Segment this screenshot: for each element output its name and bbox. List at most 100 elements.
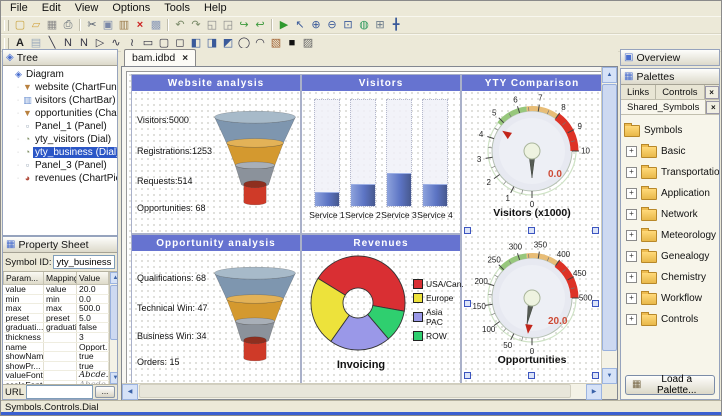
expand-icon[interactable]: + <box>626 230 637 241</box>
property-table-scrollbar[interactable]: ▲ ▼ <box>109 272 117 384</box>
property-row[interactable]: valueFontAbcde... <box>4 371 109 381</box>
group-icon[interactable]: ↪ <box>236 18 252 33</box>
funnel-chart-website[interactable]: Visitors:5000Registrations:1253Requests:… <box>132 91 300 233</box>
expand-icon[interactable]: + <box>626 188 637 199</box>
dial-gauge[interactable]: 0123456789100.0 <box>466 91 598 207</box>
palette-folder-workflow[interactable]: +Workflow <box>624 288 716 309</box>
gauge-opportunities[interactable]: 05010015020025030035040045050020.0 Oppor… <box>462 238 602 366</box>
close-palette-icon[interactable]: × <box>705 86 719 99</box>
property-sheet-header[interactable]: ▦ Property Sheet <box>3 237 117 253</box>
zoom-area-icon[interactable]: ⊡ <box>340 18 356 33</box>
close-palette-icon[interactable]: × <box>706 101 720 114</box>
scroll-thumb[interactable] <box>602 84 617 351</box>
panel-opportunity-analysis[interactable]: Opportunity analysis Qualifications: 68T… <box>131 234 301 387</box>
panel-revenues[interactable]: Revenues USA/Can.EuropeAsia PACROW Invoi… <box>301 234 461 387</box>
property-column-header[interactable]: Mapping <box>44 272 77 285</box>
property-value-cell[interactable]: false <box>77 323 109 333</box>
paste-icon[interactable]: ▥ <box>116 18 132 33</box>
scroll-thumb[interactable] <box>139 384 571 398</box>
expand-icon[interactable]: + <box>626 209 637 220</box>
property-value-cell[interactable]: 500.0 <box>77 304 109 314</box>
pie-chart[interactable] <box>304 253 416 357</box>
diagram-canvas[interactable]: Website analysis Visitors:5000Registrati… <box>121 66 618 400</box>
property-row[interactable]: thickness3 <box>4 332 109 342</box>
menu-options[interactable]: Options <box>105 1 157 16</box>
palette-folder-basic[interactable]: +Basic <box>624 141 716 162</box>
menu-view[interactable]: View <box>68 1 106 16</box>
property-row[interactable]: graduati...graduati...false <box>4 323 109 333</box>
property-row[interactable]: presetpreset5.0 <box>4 313 109 323</box>
property-value-cell[interactable]: 5.0 <box>77 313 109 323</box>
tree-item[interactable]: ·◔yty_business (Dial) <box>3 146 117 159</box>
panel-visitors[interactable]: Visitors Service 1Service 2Service 3Serv… <box>301 74 461 234</box>
bar-service-4[interactable]: Service 4 <box>418 99 452 229</box>
palette-folder-genealogy[interactable]: +Genealogy <box>624 246 716 267</box>
scroll-right-icon[interactable]: ▶ <box>586 384 602 400</box>
zoom-in-icon[interactable]: ⊕ <box>308 18 324 33</box>
expand-icon[interactable]: + <box>626 314 637 325</box>
scroll-left-icon[interactable]: ◀ <box>122 384 138 400</box>
scroll-down-icon[interactable]: ▼ <box>602 368 617 384</box>
property-value-cell[interactable]: 20.0 <box>77 285 109 295</box>
palette-folder-chemistry[interactable]: +Chemistry <box>624 267 716 288</box>
ungroup-icon[interactable]: ↩ <box>252 18 268 33</box>
palette-folder-meteorology[interactable]: +Meteorology <box>624 225 716 246</box>
palette-folder-network[interactable]: +Network <box>624 204 716 225</box>
expand-icon[interactable]: + <box>626 167 637 178</box>
palette-tab-controls[interactable]: Controls <box>656 85 704 99</box>
expand-icon[interactable]: ◲ <box>220 18 236 33</box>
palettes-panel-header[interactable]: ▦ Palettes <box>621 69 719 85</box>
redo-icon[interactable]: ↷ <box>188 18 204 33</box>
property-column-header[interactable]: Value <box>77 272 109 285</box>
expand-icon[interactable]: + <box>626 272 637 283</box>
scroll-track[interactable] <box>138 384 586 399</box>
property-row[interactable]: showNametrue <box>4 352 109 362</box>
load-palette-button[interactable]: ▦ Load a Palette... <box>625 375 715 395</box>
pan-icon[interactable]: ╋ <box>388 18 404 33</box>
bar-chart-visitors[interactable]: Service 1Service 2Service 3Service 4 <box>302 91 460 233</box>
symbol-id-input[interactable] <box>53 255 115 269</box>
property-value-cell[interactable]: true <box>77 352 109 362</box>
menu-edit[interactable]: Edit <box>35 1 68 16</box>
scroll-up-icon[interactable]: ▲ <box>110 272 117 284</box>
tree-item[interactable]: ◈Diagram <box>3 68 117 81</box>
overview-tool-icon[interactable]: ⊞ <box>372 18 388 33</box>
palette-folder-root[interactable]: Symbols <box>624 120 716 141</box>
palette-folder-controls[interactable]: +Controls <box>624 309 716 330</box>
tree-item[interactable]: ·▼website (ChartFunnel) <box>3 81 117 94</box>
url-input[interactable] <box>26 385 93 399</box>
print-icon[interactable]: ⎙ <box>60 18 76 33</box>
tree-item[interactable]: ·▫Panel_1 (Panel) <box>3 120 117 133</box>
palette-tab-shared_symbols[interactable]: Shared_Symbols <box>621 100 706 114</box>
symbol-library-icon[interactable]: ▦ <box>44 18 60 33</box>
bar-service-2[interactable]: Service 2 <box>346 99 380 229</box>
menu-tools[interactable]: Tools <box>157 1 197 16</box>
menu-help[interactable]: Help <box>197 1 234 16</box>
scroll-down-icon[interactable]: ▼ <box>110 372 117 384</box>
open-icon[interactable]: ▱ <box>28 18 44 33</box>
property-row[interactable]: showPr...true <box>4 361 109 371</box>
tree-item[interactable]: ·▥visitors (ChartBar) <box>3 94 117 107</box>
canvas-vertical-scrollbar[interactable]: ▲ ▼ <box>601 67 617 384</box>
gauge-visitors[interactable]: 0123456789100.0 Visitors (x1000) <box>462 91 602 219</box>
dashboard-page[interactable]: Website analysis Visitors:5000Registrati… <box>126 71 606 388</box>
scroll-thumb[interactable] <box>110 285 117 340</box>
undo-icon[interactable]: ↶ <box>172 18 188 33</box>
property-value-cell[interactable]: 0.0 <box>77 294 109 304</box>
panel-website-analysis[interactable]: Website analysis Visitors:5000Registrati… <box>131 74 301 234</box>
zoom-out-icon[interactable]: ⊖ <box>324 18 340 33</box>
palette-tab-links[interactable]: Links <box>621 85 656 99</box>
expand-icon[interactable]: + <box>626 251 637 262</box>
menu-file[interactable]: File <box>3 1 35 16</box>
property-row[interactable]: valuevalue20.0 <box>4 285 109 295</box>
property-value-cell[interactable]: Abcde... <box>77 371 109 381</box>
duplicate-icon[interactable]: ▩ <box>148 18 164 33</box>
tree-item[interactable]: ·◕revenues (ChartPie) <box>3 172 117 185</box>
expand-icon[interactable]: + <box>626 293 637 304</box>
cut-icon[interactable]: ✂ <box>84 18 100 33</box>
tree-item[interactable]: ·▼opportunities (ChartFunnel) <box>3 107 117 120</box>
funnel-chart[interactable] <box>212 95 298 227</box>
pie-chart-revenues[interactable]: USA/Can.EuropeAsia PACROW Invoicing <box>302 251 460 386</box>
select-tool-icon[interactable]: ↖ <box>292 18 308 33</box>
property-row[interactable]: minmin0.0 <box>4 294 109 304</box>
